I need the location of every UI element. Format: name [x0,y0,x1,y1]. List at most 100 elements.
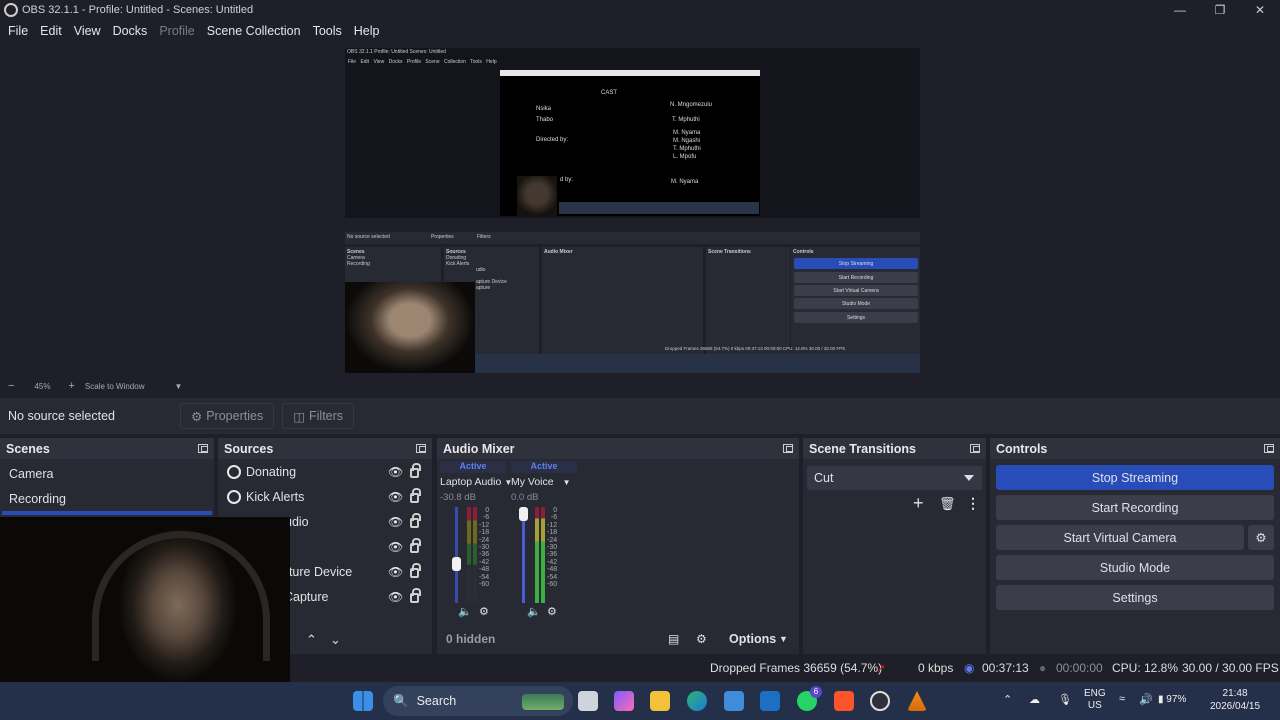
menu-edit[interactable]: Edit [34,24,68,38]
minimize-button[interactable]: — [1160,0,1200,20]
studio-mode-button[interactable]: Studio Mode [996,555,1274,580]
scene-item-camera[interactable]: Camera [0,461,214,486]
undock-icon[interactable] [198,444,208,453]
channel-name[interactable]: Laptop Audio ▼ [440,476,512,488]
zoom-in-button[interactable]: + [68,380,74,392]
menu-view[interactable]: View [68,24,107,38]
lock-icon[interactable] [410,538,421,553]
volume-slider[interactable] [519,507,528,603]
zoom-out-button[interactable]: − [8,380,14,392]
credits-left: d by: [560,177,574,183]
menu-profile[interactable]: Profile [153,24,200,38]
battery-indicator[interactable]: ▮ 97% [1158,694,1186,705]
audio-settings-icon[interactable]: ⚙ [547,605,557,618]
move-up-icon[interactable]: ⌃ [306,632,317,648]
clock[interactable]: 21:48 2026/04/15 [1210,687,1260,713]
task-view-icon[interactable] [578,691,598,711]
store-icon[interactable] [724,691,744,711]
scene-item-recording[interactable]: Recording [0,486,214,511]
chevron-down-icon[interactable]: ▼ [563,478,571,487]
filters-button[interactable]: ◫ Filters [282,403,355,429]
channel-name[interactable]: My Voice ▼ [511,476,577,488]
eye-icon[interactable]: 👁 [388,540,403,554]
microphone-icon[interactable]: 🎙 [1058,693,1072,706]
eye-icon[interactable]: 👁 [388,565,403,579]
start-virtual-camera-button[interactable]: Start Virtual Camera [996,525,1244,550]
chevron-up-icon[interactable]: ⌃ [1003,693,1012,706]
menu-help[interactable]: Help [348,24,386,38]
more-icon[interactable]: ⋮ [966,495,980,512]
layout-toggle-icon[interactable]: ▤ [668,632,679,646]
language-indicator[interactable]: ENG US [1084,688,1106,712]
menu-tools[interactable]: Tools [307,24,348,38]
menu-docks[interactable]: Docks [107,24,154,38]
gear-icon: ⚙ [1255,531,1267,545]
channel-status: Active [440,461,506,473]
advanced-audio-icon[interactable]: ⚙ [696,632,707,646]
scale-to-window[interactable]: Scale to Window [85,382,145,391]
volume-slider[interactable] [452,507,461,603]
preview-inner-title: OBS 32.1.1 Profile: Untitled Scenes: Unt… [347,49,446,55]
zoom-dropdown-icon[interactable]: ▼ [174,382,182,391]
start-recording-button[interactable]: Start Recording [996,495,1274,520]
undock-icon[interactable] [1264,444,1274,453]
trash-icon[interactable]: 🗑 [939,496,956,512]
volume-slider-handle[interactable] [519,507,528,521]
maximize-button[interactable]: ❐ [1200,0,1240,20]
move-down-icon[interactable]: ⌄ [330,632,341,648]
lock-icon[interactable] [410,563,421,578]
filter-icon: ◫ [293,409,306,424]
undock-icon[interactable] [970,444,980,453]
source-toolbar: No source selected ⚙ Properties ◫ Filter… [0,398,1280,434]
add-icon[interactable]: + [913,493,924,514]
lock-icon[interactable] [410,488,421,503]
audio-settings-icon[interactable]: ⚙ [479,605,489,618]
start-icon[interactable] [353,691,373,711]
lock-icon[interactable] [410,463,421,478]
properties-button[interactable]: ⚙ Properties [180,403,275,429]
meter-scale: 0 -6 -12 -18 -24 -30 -36 -42 -48 -54 -60 [479,507,490,589]
edge-icon[interactable] [687,691,707,711]
eye-icon[interactable]: 👁 [388,590,403,604]
outlook-icon[interactable] [760,691,780,711]
obs-taskbar-icon[interactable] [870,691,890,711]
source-row[interactable]: Donating 👁 [218,459,432,484]
brave-icon[interactable] [834,691,854,711]
stop-streaming-button[interactable]: Stop Streaming [996,465,1274,490]
lock-icon[interactable] [410,588,421,603]
volume-slider-handle[interactable] [452,557,461,571]
file-explorer-icon[interactable] [650,691,670,711]
virtual-camera-settings-button[interactable]: ⚙ [1248,525,1274,550]
close-button[interactable]: ✕ [1240,0,1280,20]
speaker-icon[interactable]: 🔈 [458,605,472,618]
scene-selected-highlight[interactable] [2,511,212,515]
wifi-icon[interactable]: ≈ [1119,693,1125,705]
credits-right: M. Nyama [671,179,699,185]
record-icon: ● [1039,661,1047,675]
source-row[interactable]: Kick Alerts 👁 [218,484,432,509]
menu-file[interactable]: File [2,24,34,38]
chevron-down-icon[interactable]: ▼ [779,634,788,644]
transition-select[interactable]: Cut [807,466,982,490]
channel-db: 0.0 dB [511,492,539,503]
speaker-icon[interactable]: 🔈 [527,605,541,618]
undock-icon[interactable] [783,444,793,453]
preview-inner-source: udio [476,267,486,273]
settings-button[interactable]: Settings [996,585,1274,610]
eye-icon[interactable]: 👁 [388,465,403,479]
cloud-icon[interactable]: ☁ [1029,693,1040,706]
menu-scene-collection[interactable]: Scene Collection [201,24,307,38]
search-highlight-icon[interactable] [522,694,564,710]
undock-icon[interactable] [416,444,426,453]
eye-icon[interactable]: 👁 [388,515,403,529]
volume-icon[interactable]: 🔊 [1139,693,1153,706]
credits-left: Thabo [536,117,554,123]
preview-canvas[interactable]: OBS 32.1.1 Profile: Untitled Scenes: Unt… [345,48,920,373]
eye-icon[interactable]: 👁 [388,490,403,504]
copilot-icon[interactable] [614,691,634,711]
options-button[interactable]: Options [729,632,776,646]
transition-selected: Cut [814,471,834,485]
lock-icon[interactable] [410,513,421,528]
vlc-icon[interactable] [907,691,927,711]
battery-percent: 97% [1166,694,1187,705]
